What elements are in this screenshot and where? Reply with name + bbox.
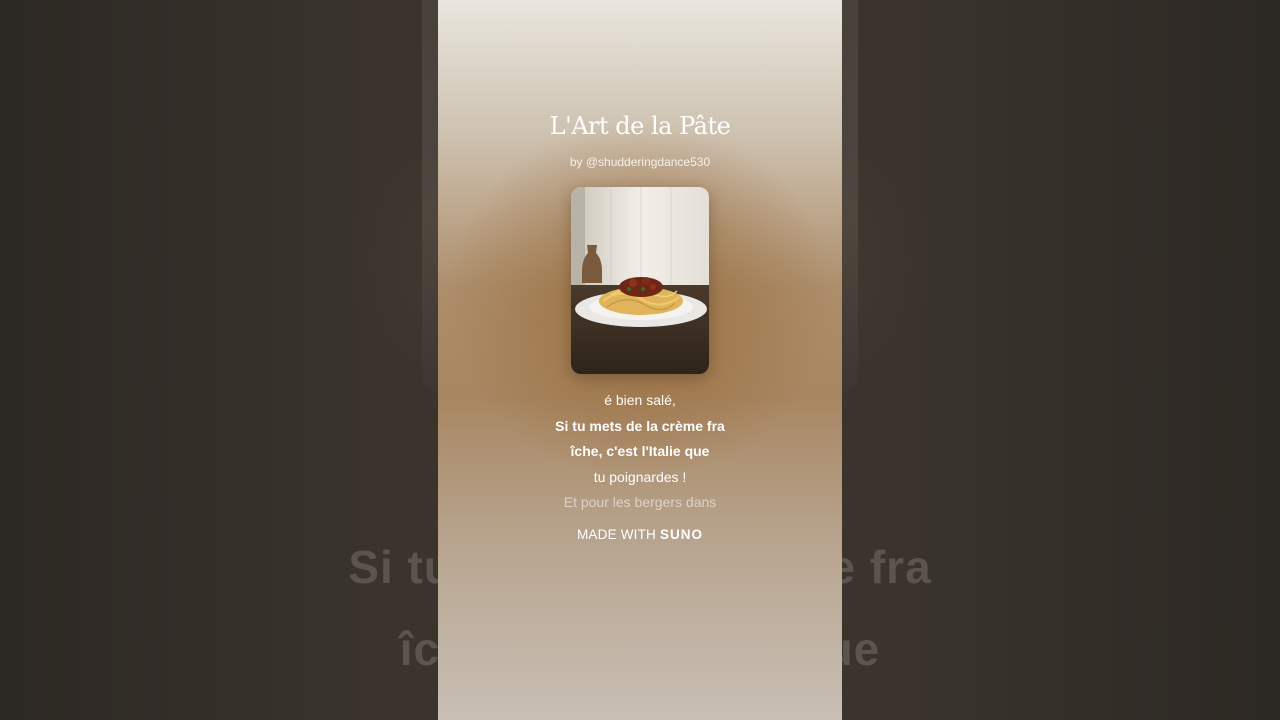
suno-logo: SUNO — [660, 527, 704, 542]
video-panel: L'Art de la Pâte by @shudderingdance530 — [438, 0, 842, 720]
lyric-line: tu poignardes ! — [593, 468, 687, 485]
lyrics-block: é bien salé, Si tu mets de la crème fra … — [438, 388, 842, 516]
made-with-label: MADE WITH — [576, 527, 657, 542]
cover-art — [571, 187, 709, 374]
song-title: L'Art de la Pâte — [549, 112, 731, 140]
lyric-line: é bien salé, — [604, 392, 676, 408]
lyric-line-upcoming: Et pour les bergers dans — [563, 494, 717, 510]
lyric-line-current: îche, c'est l'Italie que — [570, 443, 710, 459]
spaghetti-plate-icon — [571, 187, 709, 374]
lyric-line-current: Si tu mets de la crème fra — [555, 417, 725, 434]
made-with-suno: MADE WITH SUNO — [438, 527, 842, 542]
song-author: by @shudderingdance530 — [569, 155, 711, 169]
